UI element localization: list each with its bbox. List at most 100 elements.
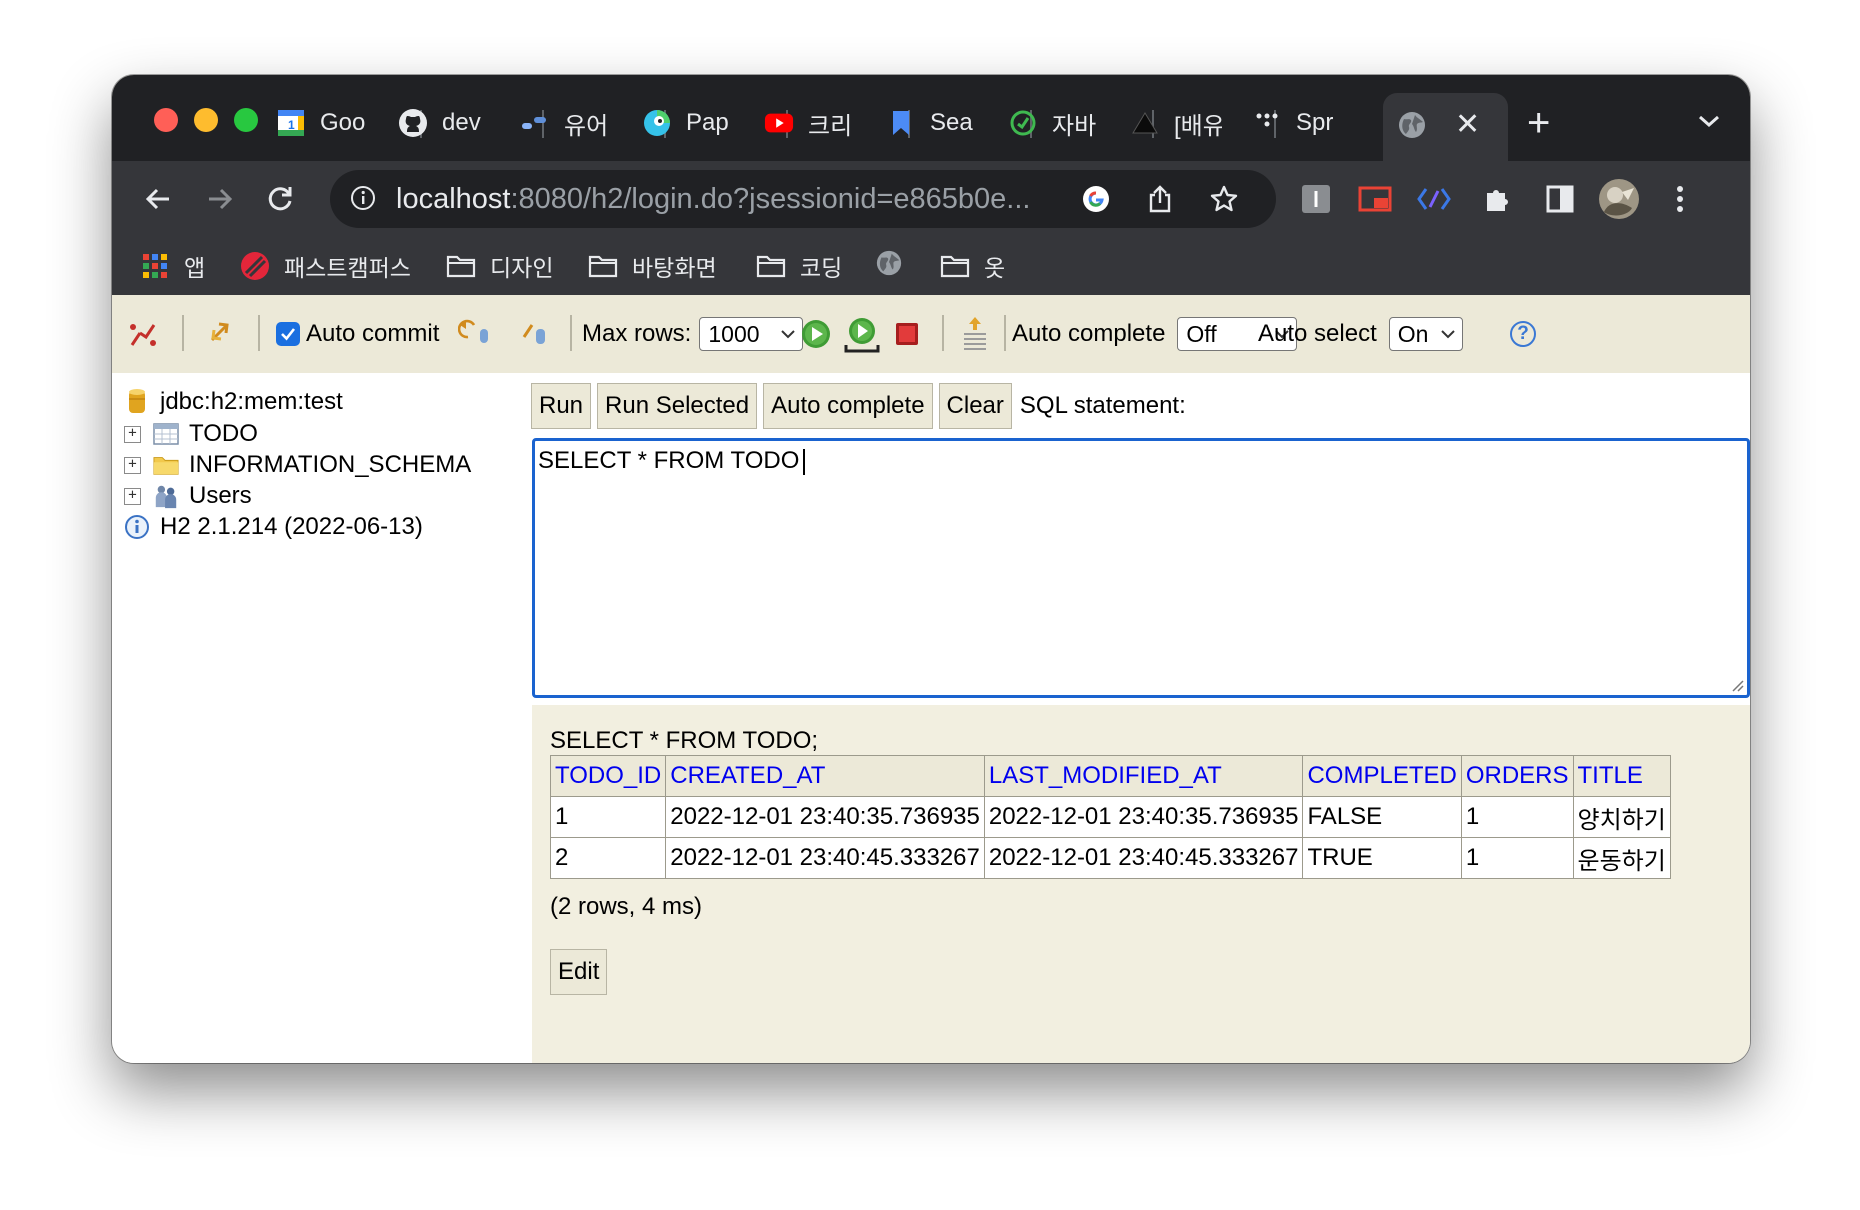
table-cell: 운동하기: [1572, 837, 1671, 879]
database-icon: [124, 389, 150, 415]
toolbar-separator: [570, 315, 572, 351]
commit-button[interactable]: [520, 295, 552, 373]
active-tab[interactable]: ✕: [1383, 93, 1508, 161]
share-icon[interactable]: [1144, 183, 1176, 215]
auto-commit-checkbox[interactable]: [276, 322, 300, 346]
tab-2[interactable]: dev: [380, 97, 502, 149]
forward-button[interactable]: [200, 179, 240, 219]
minimize-window-button[interactable]: [194, 108, 218, 132]
tree-item-users[interactable]: + Users: [124, 481, 252, 511]
history-list-icon: [964, 317, 986, 350]
column-header[interactable]: LAST_MODIFIED_AT: [983, 755, 1304, 797]
tab-9[interactable]: Spr: [1234, 97, 1356, 149]
column-header[interactable]: TODO_ID: [549, 755, 667, 797]
tab-search-chevron-icon[interactable]: [1697, 105, 1721, 136]
tab-8[interactable]: [배유: [1112, 97, 1234, 149]
table-cell: 1: [549, 796, 667, 838]
bookmark-label: 바탕화면: [632, 255, 717, 281]
disconnect-button[interactable]: [128, 295, 158, 373]
folder-icon: [446, 252, 476, 280]
tab-5[interactable]: 크리: [746, 97, 868, 149]
max-rows-select[interactable]: 1000: [699, 317, 804, 351]
tree-item-todo[interactable]: + TODO: [124, 419, 258, 449]
run-selected-button[interactable]: [842, 295, 882, 373]
run-button[interactable]: [800, 295, 832, 373]
tab-1[interactable]: 1 Goo: [258, 97, 380, 149]
auto-select-control: Auto select On: [1258, 295, 1463, 373]
help-button[interactable]: ?: [1510, 295, 1536, 373]
maximize-window-button[interactable]: [234, 108, 258, 132]
tab-title: [배유: [1174, 112, 1222, 140]
tab-title: Spr: [1296, 109, 1334, 136]
cancel-button[interactable]: [894, 295, 920, 373]
auto-commit-toggle[interactable]: Auto commit: [276, 295, 439, 373]
bookmark-folder-clothes[interactable]: 옷: [940, 249, 1005, 283]
extension-code-icon[interactable]: [1416, 181, 1452, 217]
chevron-down-icon: [781, 330, 796, 339]
clear-button[interactable]: Clear: [938, 382, 1012, 429]
address-bar[interactable]: localhost:8080/h2/login.do?jsessionid=e8…: [330, 170, 1276, 228]
folder-icon: [756, 252, 786, 280]
table-cell: TRUE: [1302, 837, 1462, 879]
auto-select-select[interactable]: On: [1388, 317, 1463, 351]
toolbar-separator: [1004, 315, 1006, 351]
extension-i-icon[interactable]: [1298, 181, 1334, 217]
rollback-button[interactable]: [458, 295, 494, 373]
history-button[interactable]: [960, 295, 990, 373]
refresh-arrows-icon: [210, 322, 229, 342]
profile-avatar[interactable]: [1598, 178, 1640, 220]
picture-in-picture-icon[interactable]: [1358, 181, 1394, 217]
tree-connection[interactable]: jdbc:h2:mem:test: [124, 387, 343, 417]
close-tab-icon[interactable]: ✕: [1455, 107, 1480, 142]
tab-title: 자바: [1052, 112, 1097, 140]
result-query: SELECT * FROM TODO;: [550, 727, 819, 754]
star-icon[interactable]: [1208, 183, 1240, 215]
bookmark-globe[interactable]: [874, 249, 918, 277]
bookmark-folder-desktop[interactable]: 바탕화면: [588, 249, 717, 283]
result-summary: (2 rows, 4 ms): [550, 893, 703, 920]
expand-icon[interactable]: +: [124, 425, 141, 443]
bookmark-apps[interactable]: 앱: [140, 249, 205, 283]
column-header[interactable]: COMPLETED: [1302, 755, 1462, 797]
more-menu-icon[interactable]: [1662, 181, 1698, 217]
refresh-button[interactable]: [204, 295, 236, 373]
bookmark-folder-design[interactable]: 디자인: [446, 249, 553, 283]
tab-7[interactable]: 자바: [990, 97, 1112, 149]
tab-title: Pap: [686, 109, 729, 136]
tab-title: 유어: [564, 112, 609, 140]
site-info-icon[interactable]: [350, 185, 376, 211]
side-panel-icon[interactable]: [1542, 181, 1578, 217]
resize-handle-icon[interactable]: [1730, 678, 1744, 692]
tab-3[interactable]: 유어: [502, 97, 624, 149]
google-lens-icon[interactable]: [1080, 183, 1112, 215]
edit-button[interactable]: Edit: [550, 949, 608, 995]
result-header-row: TODO_ID CREATED_AT LAST_MODIFIED_AT COMP…: [549, 755, 1671, 797]
sql-editor[interactable]: SELECT * FROM TODO: [532, 438, 1750, 698]
back-button[interactable]: [138, 179, 178, 219]
new-tab-button[interactable]: +: [1527, 101, 1550, 146]
extensions-puzzle-icon[interactable]: [1480, 181, 1516, 217]
column-header[interactable]: CREATED_AT: [665, 755, 985, 797]
auto-select-label: Auto select: [1258, 320, 1377, 347]
schema-tree: jdbc:h2:mem:test + TODO + INFORMATION_SC…: [112, 373, 520, 1063]
tree-item-information-schema[interactable]: + INFORMATION_SCHEMA: [124, 450, 471, 480]
query-panel: Run Run Selected Auto complete Clear SQL…: [520, 373, 1750, 1063]
run-query-button[interactable]: Run: [531, 382, 592, 429]
reload-button[interactable]: [260, 179, 300, 219]
bookmark-folder-coding[interactable]: 코딩: [756, 249, 842, 283]
reload-icon: [268, 187, 292, 211]
close-window-button[interactable]: [154, 108, 178, 132]
users-icon: [153, 483, 179, 509]
tab-6[interactable]: Sea: [868, 97, 990, 149]
tab-4[interactable]: Pap: [624, 97, 746, 149]
tree-item-label: TODO: [189, 420, 258, 447]
column-header[interactable]: TITLE: [1572, 755, 1671, 797]
folder-icon: [940, 252, 970, 280]
expand-icon[interactable]: +: [124, 456, 141, 474]
column-header[interactable]: ORDERS: [1460, 755, 1574, 797]
browser-toolbar: localhost:8080/h2/login.do?jsessionid=e8…: [112, 161, 1750, 237]
expand-icon[interactable]: +: [124, 487, 141, 505]
run-selected-query-button[interactable]: Run Selected: [597, 382, 758, 429]
auto-complete-button[interactable]: Auto complete: [763, 382, 933, 429]
bookmark-fastcampus[interactable]: 패스트캠퍼스: [240, 249, 411, 283]
